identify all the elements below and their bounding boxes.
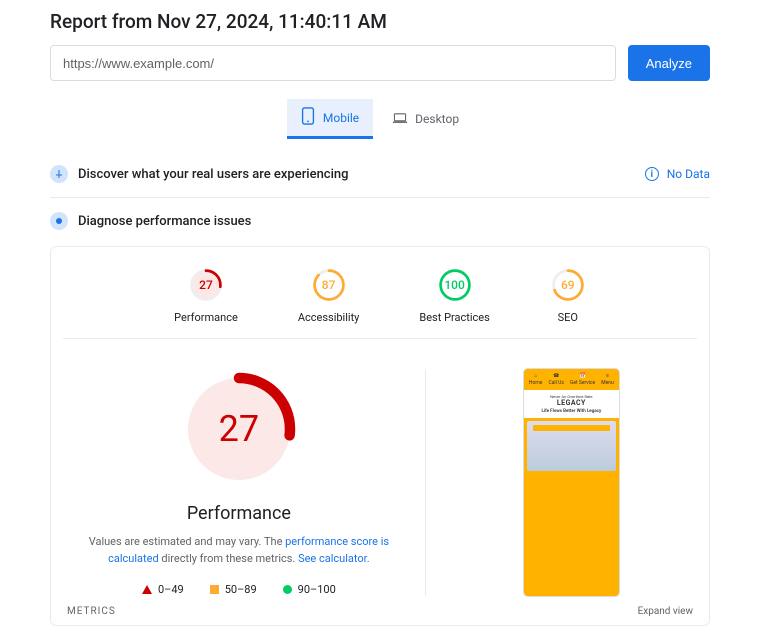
url-input[interactable]	[50, 45, 616, 81]
phone-hero-image	[527, 421, 616, 471]
gauge-score: 69	[550, 267, 586, 303]
device-tabs: Mobile Desktop	[50, 99, 710, 139]
gauge-seo[interactable]: 69 SEO	[550, 267, 586, 324]
legend-avg-label: 50–89	[225, 583, 257, 596]
calendar-icon: 📅	[579, 373, 585, 379]
disclaimer: Values are estimated and may vary. The p…	[79, 534, 399, 567]
gauge-score: 100	[437, 267, 473, 303]
link-see-calculator[interactable]: See calculator.	[298, 552, 370, 565]
big-score: 27	[179, 369, 299, 489]
panel-footer: METRICS Expand view	[63, 596, 697, 625]
gauge-label: Performance	[174, 311, 238, 324]
main-area: 27 Performance Values are estimated and …	[63, 339, 697, 596]
expand-view-link[interactable]: Expand view	[638, 606, 693, 617]
gauge-row: 27 Performance 87 Accessibility 100 Best…	[63, 263, 697, 339]
tab-mobile-label: Mobile	[323, 111, 359, 125]
phone-iconbar: ⌂Home ☎Call Us 📅Get Service ≡Menu	[524, 369, 619, 390]
page-title: Report from Nov 27, 2024, 11:40:11 AM	[50, 10, 710, 33]
diagnose-icon	[50, 212, 68, 230]
gauge-label: SEO	[558, 311, 578, 324]
discover-label: Discover what your real users are experi…	[78, 167, 349, 182]
info-icon: i	[645, 167, 659, 181]
gauge-performance[interactable]: 27 Performance	[174, 267, 238, 324]
legend-fail-label: 0–49	[158, 583, 184, 596]
score-legend: 0–49 50–89 90–100	[142, 583, 336, 596]
desktop-icon	[393, 109, 407, 130]
diagnose-section: Diagnose performance issues	[50, 202, 710, 240]
performance-detail: 27 Performance Values are estimated and …	[63, 369, 426, 596]
legend-avg-icon	[210, 585, 219, 594]
phone-brand: LEGACY	[528, 399, 615, 407]
phone-icon: ☎	[553, 373, 559, 379]
discover-icon	[50, 165, 68, 183]
metrics-heading: METRICS	[67, 606, 116, 617]
url-row: Analyze	[50, 45, 710, 81]
gauge-best-practices[interactable]: 100 Best Practices	[419, 267, 489, 324]
mobile-icon	[301, 107, 315, 128]
diagnose-label: Diagnose performance issues	[78, 214, 251, 229]
no-data-label: No Data	[667, 167, 710, 181]
performance-big-gauge: 27	[179, 369, 299, 489]
gauge-score: 87	[311, 267, 347, 303]
phone-mock: ⌂Home ☎Call Us 📅Get Service ≡Menu Never …	[524, 369, 619, 596]
tab-desktop[interactable]: Desktop	[379, 99, 473, 139]
lighthouse-panel: 27 Performance 87 Accessibility 100 Best…	[50, 246, 710, 626]
divider	[50, 197, 710, 198]
phone-tag: Life Flows Better With Legacy	[528, 409, 615, 414]
screenshot-preview: ⌂Home ☎Call Us 📅Get Service ≡Menu Never …	[446, 369, 697, 596]
gauge-score: 27	[188, 267, 224, 303]
analyze-button[interactable]: Analyze	[628, 45, 710, 81]
discover-section: Discover what your real users are experi…	[50, 155, 710, 193]
legend-fail-icon	[142, 585, 152, 594]
no-data[interactable]: i No Data	[645, 167, 710, 181]
tab-mobile[interactable]: Mobile	[287, 99, 373, 139]
big-label: Performance	[187, 503, 291, 524]
menu-icon: ≡	[606, 373, 609, 379]
legend-pass-label: 90–100	[298, 583, 336, 596]
tab-desktop-label: Desktop	[415, 112, 459, 126]
gauge-accessibility[interactable]: 87 Accessibility	[298, 267, 360, 324]
home-icon: ⌂	[534, 373, 537, 379]
legend-pass-icon	[283, 585, 292, 594]
gauge-label: Accessibility	[298, 311, 360, 324]
gauge-label: Best Practices	[419, 311, 489, 324]
